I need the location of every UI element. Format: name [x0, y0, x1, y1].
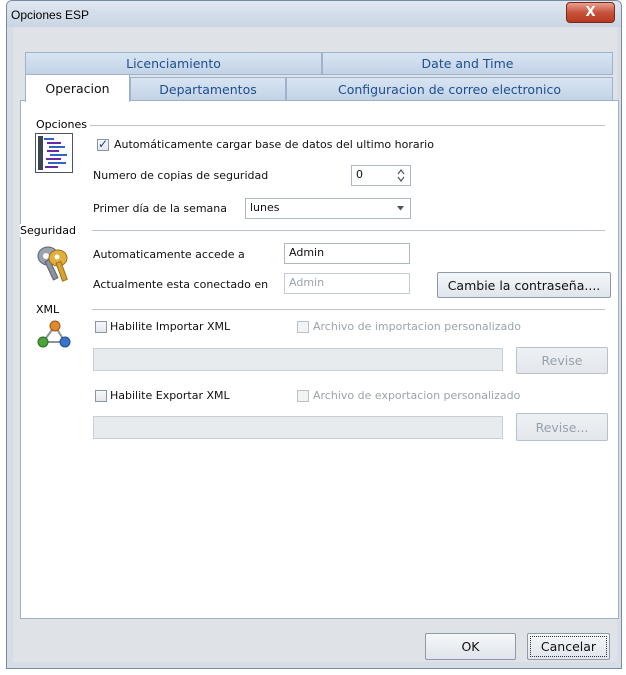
cancel-button[interactable]: Cancelar: [527, 633, 610, 660]
import-custom-label: Archivo de importacion personalizado: [313, 320, 522, 333]
import-file-input[interactable]: [93, 348, 503, 371]
tab-departamentos[interactable]: Departamentos: [130, 77, 286, 101]
tab-label: Licenciamiento: [126, 56, 221, 71]
first-day-label: Primer día de la semana: [93, 202, 228, 215]
import-xml-checkbox[interactable]: [95, 321, 107, 333]
close-button[interactable]: X: [566, 2, 615, 23]
first-day-value: lunes: [250, 201, 280, 214]
backup-copies-spinner[interactable]: 0: [351, 165, 411, 186]
group-divider: [90, 125, 605, 126]
tab-label: Operacion: [45, 81, 110, 96]
auto-access-label: Automaticamente accede a: [93, 248, 245, 261]
window-title: Opciones ESP: [11, 8, 90, 22]
export-xml-label: Habilite Exportar XML: [110, 389, 230, 402]
tab-operacion[interactable]: Operacion: [25, 74, 130, 102]
import-browse-button[interactable]: Revise: [516, 347, 608, 374]
tab-configuracion-correo[interactable]: Configuracion de correo electronico: [286, 77, 613, 101]
export-custom-label: Archivo de exportacion personalizado: [313, 389, 521, 402]
chevron-down-icon: [397, 206, 404, 211]
tab-label: Date and Time: [421, 56, 514, 71]
tab-label: Departamentos: [159, 81, 257, 97]
backup-copies-label: Numero de copias de seguridad: [93, 169, 269, 182]
import-xml-label: Habilite Importar XML: [110, 320, 231, 333]
opciones-group-label: Opciones: [36, 118, 89, 131]
ok-button[interactable]: OK: [425, 633, 516, 660]
tab-date-and-time[interactable]: Date and Time: [322, 52, 613, 75]
backup-copies-value: 0: [356, 168, 363, 181]
seguridad-group-label: Seguridad: [20, 224, 78, 237]
export-browse-button[interactable]: Revise...: [516, 413, 608, 441]
change-password-button[interactable]: Cambie la contraseña....: [437, 272, 611, 298]
list-settings-icon: [35, 133, 73, 173]
export-xml-checkbox[interactable]: [95, 390, 107, 402]
title-bar[interactable]: [7, 1, 621, 27]
xml-group-label: XML: [36, 303, 62, 316]
import-custom-checkbox[interactable]: [297, 321, 309, 333]
tab-licenciamiento[interactable]: Licenciamiento: [25, 52, 322, 75]
group-divider: [92, 309, 605, 310]
group-divider: [92, 230, 605, 231]
close-icon: X: [585, 5, 596, 20]
first-day-select[interactable]: lunes: [245, 198, 411, 219]
export-file-input[interactable]: [93, 416, 503, 439]
connected-input: Admin: [284, 273, 410, 294]
export-custom-checkbox[interactable]: [297, 390, 309, 402]
connected-label: Actualmente esta conectado en: [93, 278, 269, 291]
network-nodes-icon: [37, 320, 71, 348]
auto-access-input[interactable]: Admin: [284, 243, 410, 264]
tab-label: Configuracion de correo electronico: [338, 81, 561, 97]
spinner-arrows-icon[interactable]: [397, 169, 405, 182]
keys-icon: [37, 246, 68, 282]
auto-load-checkbox[interactable]: [97, 137, 109, 151]
auto-load-label: Automáticamente cargar base de datos del…: [114, 138, 434, 151]
